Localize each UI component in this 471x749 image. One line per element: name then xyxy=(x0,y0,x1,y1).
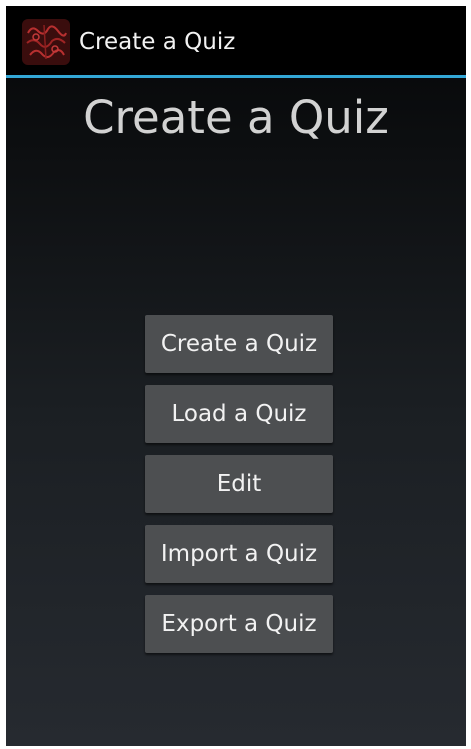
action-bar-divider xyxy=(6,75,466,78)
export-quiz-button[interactable]: Export a Quiz xyxy=(145,595,333,653)
quiz-app-icon[interactable] xyxy=(22,19,70,65)
action-bar: Create a Quiz xyxy=(6,6,466,75)
create-quiz-button[interactable]: Create a Quiz xyxy=(145,315,333,373)
edit-button[interactable]: Edit xyxy=(145,455,333,513)
page-title: Create a Quiz xyxy=(83,91,389,144)
load-quiz-button[interactable]: Load a Quiz xyxy=(145,385,333,443)
main-menu: Create a Quiz Load a Quiz Edit Import a … xyxy=(145,315,333,665)
app-screen: Create a Quiz Create a Quiz Create a Qui… xyxy=(6,6,466,746)
import-quiz-button[interactable]: Import a Quiz xyxy=(145,525,333,583)
action-bar-title: Create a Quiz xyxy=(79,29,236,55)
